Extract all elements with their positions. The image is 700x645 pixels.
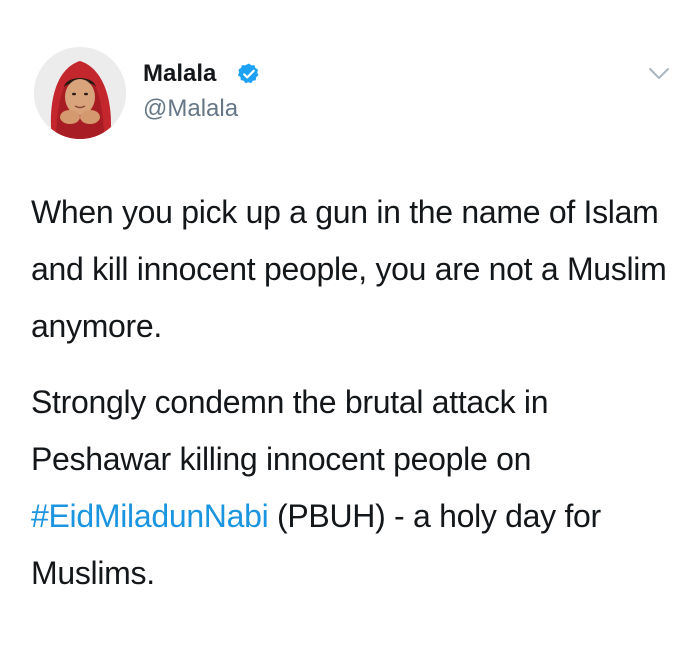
avatar-image — [34, 47, 126, 139]
display-name[interactable]: Malala — [143, 60, 216, 88]
verified-badge-icon — [237, 63, 259, 84]
tweet-text-paragraph: Strongly condemn the brutal attack in Pe… — [31, 374, 681, 602]
tweet-card: Malala @Malala When you pick up a gun in… — [0, 0, 700, 645]
tweet-text-paragraph: When you pick up a gun in the name of Is… — [31, 194, 667, 344]
avatar[interactable] — [34, 47, 126, 139]
user-handle[interactable]: @Malala — [143, 95, 238, 123]
chevron-down-icon[interactable] — [648, 66, 670, 82]
hashtag-link[interactable]: #EidMiladunNabi — [31, 498, 269, 534]
tweet-text-segment: Strongly condemn the brutal attack in Pe… — [31, 384, 549, 477]
